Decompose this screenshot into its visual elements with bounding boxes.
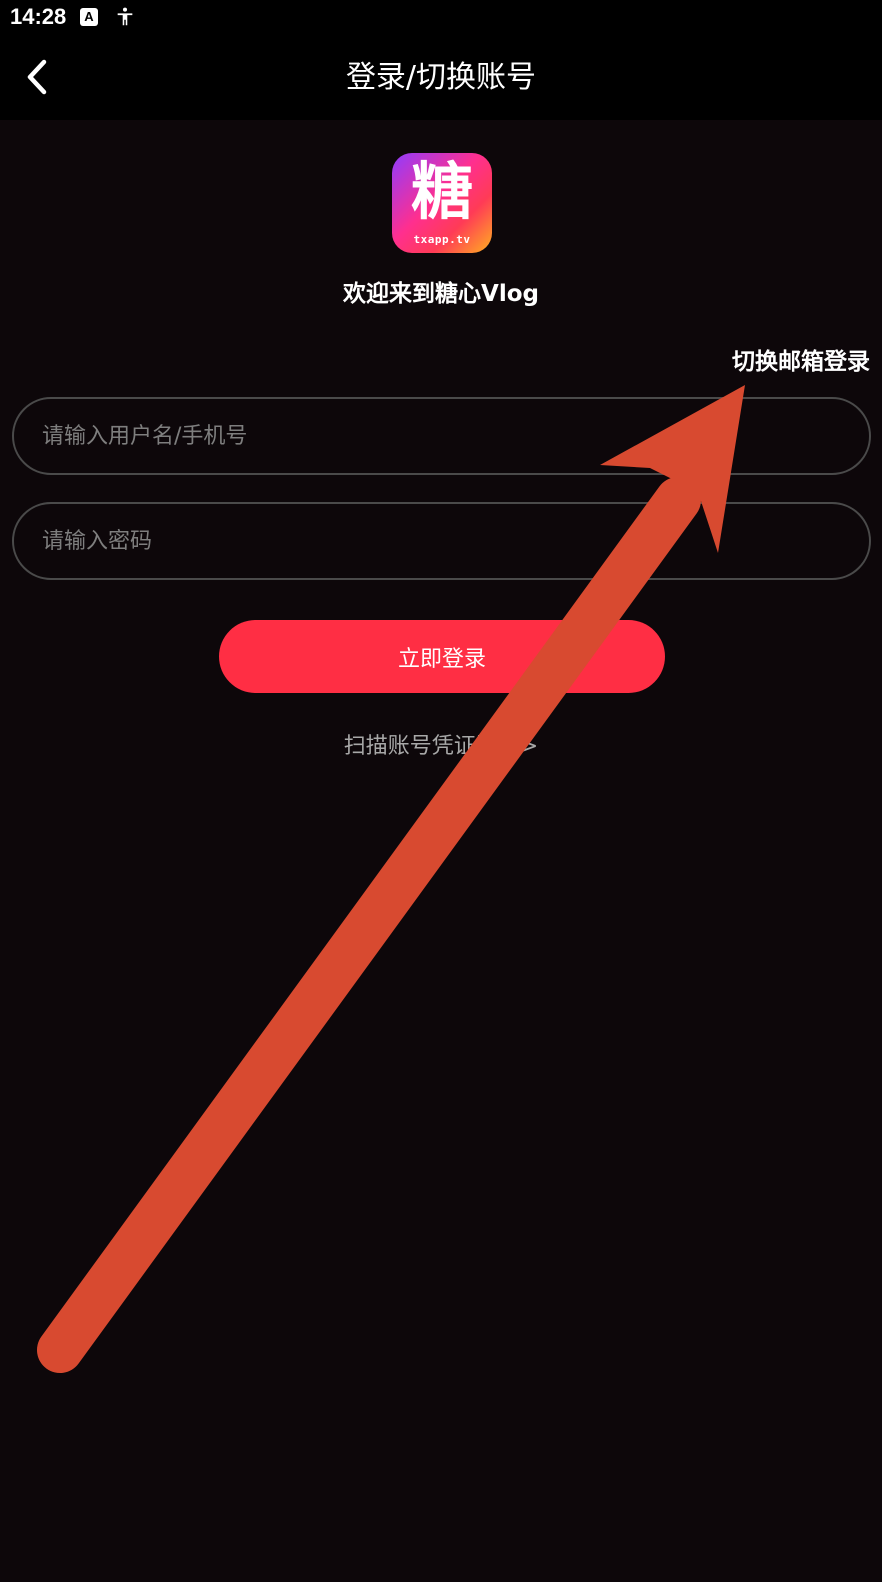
login-button[interactable]: 立即登录 <box>219 620 665 693</box>
accessibility-icon <box>117 7 133 26</box>
welcome-text: 欢迎来到糖心Vlog <box>343 281 539 307</box>
username-input[interactable] <box>12 397 871 475</box>
status-time: 14:28 <box>10 4 67 29</box>
status-bar: 14:28 A <box>0 0 882 36</box>
page-title: 登录/切换账号 <box>345 60 537 95</box>
nav-bar: 登录/切换账号 <box>0 36 882 120</box>
password-input[interactable] <box>12 502 871 580</box>
text-a-icon: A <box>80 8 98 26</box>
back-button[interactable] <box>14 52 64 102</box>
logo-glyph: 糖 <box>410 155 473 228</box>
chevron-left-icon <box>27 59 47 95</box>
scan-credential-login-link[interactable]: 扫描账号凭证登录> <box>0 728 882 760</box>
app-logo: 糖 txapp.tv <box>392 153 492 253</box>
logo-domain: txapp.tv <box>413 233 471 246</box>
switch-email-login-link[interactable]: 切换邮箱登录 <box>732 342 870 376</box>
